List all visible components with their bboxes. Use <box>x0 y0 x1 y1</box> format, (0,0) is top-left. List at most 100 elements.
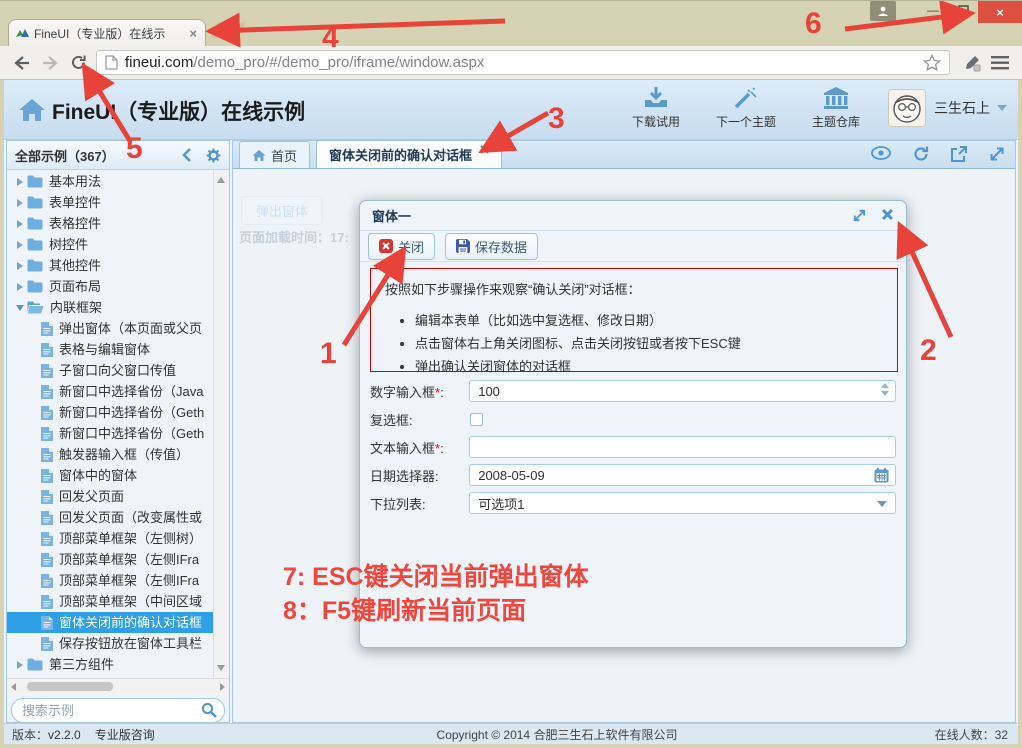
consult-link[interactable]: 专业版咨询 <box>95 728 155 742</box>
tree-expand-icon[interactable] <box>13 283 27 291</box>
tree-item-label: 保存按钮放在窗体工具栏 <box>59 633 202 654</box>
home-icon[interactable] <box>18 98 46 127</box>
tree-horizontal-scrollbar[interactable] <box>7 678 229 693</box>
tree-item[interactable]: 顶部菜单框架（左侧树） <box>7 528 213 549</box>
tree-item[interactable]: 子窗口向父窗口传值 <box>7 360 213 381</box>
theme-repo-button[interactable]: 主题仓库 <box>812 86 860 130</box>
tree-item[interactable]: 内联框架 <box>7 297 213 318</box>
date-picker-input[interactable]: 2008-05-09 <box>469 464 896 486</box>
tree-expand-icon[interactable] <box>13 241 27 249</box>
tree-item[interactable]: 窗体关闭前的确认对话框 <box>7 612 213 633</box>
dialog-maximize-icon[interactable] <box>852 208 867 223</box>
tree-item[interactable]: 顶部菜单框架（左侧IFra <box>7 570 213 591</box>
version-link[interactable]: v2.2.0 <box>48 728 81 742</box>
new-tab-button[interactable] <box>210 22 245 38</box>
user-menu[interactable]: 三生石上 <box>934 98 1008 118</box>
tree-vertical-scrollbar[interactable] <box>213 171 228 677</box>
dialog-titlebar[interactable]: 窗体一 <box>360 201 906 231</box>
tree-item[interactable]: 顶部菜单框架（左侧IFra <box>7 549 213 570</box>
browser-tab[interactable]: FineUI（专业版）在线示 × <box>8 19 206 46</box>
maximize-button[interactable] <box>948 1 978 19</box>
tree-item[interactable]: 树控件 <box>7 234 213 255</box>
text-field-label: 文本输入框*: <box>370 438 469 457</box>
number-spinner[interactable] <box>881 383 889 396</box>
tree-item-label: 树控件 <box>49 234 88 255</box>
forward-button[interactable] <box>36 50 64 76</box>
tree-item[interactable]: 其他控件 <box>7 255 213 276</box>
menu-icon[interactable] <box>986 50 1014 76</box>
tree-item[interactable]: 回发父页面 <box>7 486 213 507</box>
scroll-up-arrow[interactable] <box>217 177 225 183</box>
tree-item-label: 弹出窗体（本页面或父页 <box>59 318 202 339</box>
online-count: 在线人数：32 <box>878 726 1018 743</box>
number-input[interactable]: 100 <box>469 380 896 402</box>
tree-item[interactable]: 新窗口中选择省份（Geth <box>7 402 213 423</box>
tree-expand-icon[interactable] <box>13 220 27 228</box>
minimize-button[interactable]: — <box>918 1 948 19</box>
tree-item[interactable]: 第三方组件 <box>7 654 213 675</box>
tree-item-label: 回发父页面 <box>59 486 124 507</box>
reload-button[interactable] <box>64 50 92 76</box>
download-trial-button[interactable]: 下载试用 <box>632 86 680 130</box>
address-bar[interactable]: fineui.com/demo_pro/#/demo_pro/iframe/wi… <box>96 50 950 75</box>
tree-item-label: 基本用法 <box>49 171 101 192</box>
bookmark-star-icon[interactable] <box>923 54 941 71</box>
tree-item[interactable]: 表格与编辑窗体 <box>7 339 213 360</box>
scroll-left-arrow[interactable] <box>11 683 16 691</box>
version-label: 版本： <box>12 728 48 742</box>
gear-icon[interactable] <box>206 148 221 163</box>
copyright: Copyright © 2014 合肥三生石上软件有限公司 <box>236 726 878 743</box>
tree-item[interactable]: 新窗口中选择省份（Java <box>7 381 213 402</box>
view-source-eye-icon[interactable] <box>871 146 891 160</box>
refresh-icon[interactable] <box>913 146 929 162</box>
annotation-number-1: 1 <box>320 339 337 369</box>
checkbox[interactable] <box>470 413 483 426</box>
tree-item-label: 新窗口中选择省份（Geth <box>59 402 204 423</box>
fullscreen-icon[interactable] <box>989 146 1005 162</box>
extension-eyedropper-icon[interactable] <box>958 50 986 76</box>
tree-item-label: 窗体中的窗体 <box>59 465 137 486</box>
save-data-button[interactable]: 保存数据 <box>445 233 538 260</box>
search-icon[interactable] <box>201 702 217 723</box>
scroll-right-arrow[interactable] <box>220 683 225 691</box>
app-footer: 版本：v2.2.0 专业版咨询 Copyright © 2014 合肥三生石上软件… <box>4 723 1018 744</box>
profile-icon[interactable] <box>870 1 896 21</box>
tab-close-icon[interactable]: × <box>187 26 199 41</box>
avatar[interactable] <box>888 89 926 127</box>
folder-icon <box>27 196 43 209</box>
tree-item[interactable]: 回发父页面（改变属性或 <box>7 507 213 528</box>
tree-expand-icon[interactable] <box>13 262 27 270</box>
back-button[interactable] <box>8 50 36 76</box>
tree-expand-icon[interactable] <box>13 199 27 207</box>
tree-item[interactable]: 窗体中的窗体 <box>7 465 213 486</box>
tree-item[interactable]: 保存按钮放在窗体工具栏 <box>7 633 213 654</box>
search-input[interactable] <box>11 698 225 723</box>
dropdown-select[interactable]: 可选项1 <box>469 492 896 514</box>
tree-expand-icon[interactable] <box>13 178 27 186</box>
open-new-window-icon[interactable] <box>951 146 967 162</box>
tree-item[interactable]: 新窗口中选择省份（Geth <box>7 423 213 444</box>
scroll-down-arrow[interactable] <box>217 665 225 671</box>
tree-item[interactable]: 表格控件 <box>7 213 213 234</box>
scrollbar-thumb[interactable] <box>27 682 113 691</box>
tree-item[interactable]: 基本用法 <box>7 171 213 192</box>
next-theme-button[interactable]: 下一个主题 <box>716 86 776 130</box>
dialog-toolbar: 关闭 保存数据 <box>360 231 906 262</box>
close-window-button[interactable]: × <box>978 1 1022 23</box>
collapse-panel-icon[interactable] <box>182 148 192 162</box>
calendar-icon[interactable] <box>874 468 889 486</box>
close-button[interactable]: 关闭 <box>368 233 435 260</box>
tab-active-window-confirm[interactable]: 窗体关闭前的确认对话框 <box>316 140 502 168</box>
tree-item[interactable]: 弹出窗体（本页面或父页 <box>7 318 213 339</box>
tab-home[interactable]: 首页 <box>239 141 310 168</box>
tree-item[interactable]: 顶部菜单框架（中间区域 <box>7 591 213 612</box>
tree-item[interactable]: 表单控件 <box>7 192 213 213</box>
tab-close-icon[interactable] <box>480 145 489 154</box>
tree-collapse-icon[interactable] <box>13 305 27 311</box>
tree-expand-icon[interactable] <box>13 661 27 669</box>
tree-item[interactable]: 触发器输入框（传值） <box>7 444 213 465</box>
dialog-close-icon[interactable] <box>881 208 894 221</box>
tree-item[interactable]: 页面布局 <box>7 276 213 297</box>
tree-item-label: 页面布局 <box>49 276 101 297</box>
text-input[interactable] <box>469 436 896 458</box>
